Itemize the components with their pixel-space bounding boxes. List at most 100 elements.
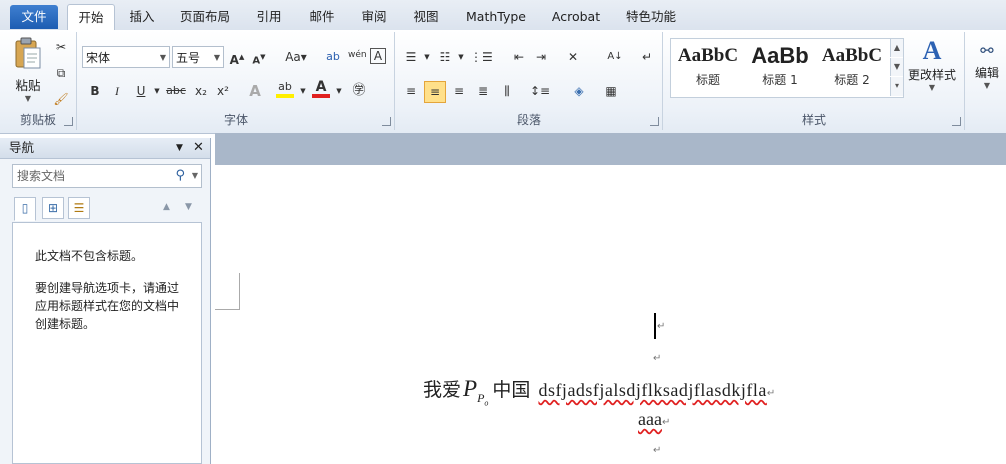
paste-label: 粘贴 (15, 78, 41, 93)
style-item-title[interactable]: AaBbC 标题 (673, 41, 743, 93)
strikethrough-button[interactable]: abc (164, 82, 188, 100)
tab-browse-pages[interactable]: ⊞ (42, 197, 64, 219)
font-name-value: 宋体 (86, 51, 111, 65)
text-effects-icon[interactable]: A (246, 82, 264, 100)
borders-icon[interactable]: ▦ (602, 82, 620, 100)
clear-formatting-icon[interactable]: ab (324, 48, 342, 66)
styles-group-label: 样式 (801, 113, 826, 127)
gallery-more-icon[interactable]: ▾ (890, 77, 903, 96)
navigation-pane: 导航 ▼ ✕ 搜索文档 ⚲ ▼ ▯ ⊞ ☰ ▲ ▼ 此文档不包含标题。 要创建导… (0, 138, 211, 464)
tab-references[interactable]: 引用 (250, 6, 288, 28)
decrease-indent-icon[interactable]: ⇤ (510, 48, 528, 66)
results-list-icon: ☰ (73, 201, 85, 215)
editing-button[interactable]: ⚯ 编辑 ▼ (970, 38, 1004, 102)
paragraph-mark: ↵ (653, 445, 662, 456)
font-color-button[interactable]: A (312, 80, 330, 98)
copy-icon[interactable]: ⧉ (52, 64, 70, 82)
tab-mathtype[interactable]: MathType (460, 6, 532, 28)
next-heading-icon[interactable]: ▼ (185, 202, 192, 212)
search-icon[interactable]: ⚲ (175, 165, 185, 187)
tab-acrobat[interactable]: Acrobat (546, 6, 606, 28)
change-styles-button[interactable]: A 更改样式 ▼ (906, 36, 958, 106)
grow-font-icon[interactable]: A▲ (228, 48, 246, 67)
tab-page-layout[interactable]: 页面布局 (174, 6, 236, 28)
style-item-heading-1[interactable]: AaBb 标题 1 (745, 41, 815, 93)
cut-icon[interactable]: ✂ (52, 38, 70, 56)
align-right-icon[interactable]: ≡ (450, 82, 468, 100)
paragraph-dialog-launcher-icon[interactable] (650, 117, 659, 126)
tab-view[interactable]: 视图 (406, 6, 446, 28)
character-border-icon[interactable]: A (370, 48, 386, 64)
font-size-value: 五号 (176, 51, 201, 65)
sort-icon[interactable]: A↓ (606, 48, 624, 66)
show-marks-icon[interactable]: ↵ (638, 48, 656, 66)
tab-special-features[interactable]: 特色功能 (620, 6, 682, 28)
paragraph-mark: ↵ (653, 353, 662, 364)
previous-heading-icon[interactable]: ▲ (163, 202, 170, 212)
align-center-icon[interactable]: ≡ (424, 81, 446, 103)
format-painter-icon[interactable]: 🖌 (52, 90, 70, 108)
italic-button[interactable]: I (108, 82, 126, 100)
shading-icon[interactable]: ◈ (570, 82, 588, 100)
enclose-characters-icon[interactable]: ㊫ (350, 82, 368, 100)
phonetic-guide-icon[interactable]: wén (348, 46, 367, 64)
asian-layout-icon[interactable]: ✕ (564, 48, 582, 66)
paragraph-mark: ↵ (657, 321, 666, 332)
font-size-box[interactable]: 五号 ▼ (172, 46, 224, 68)
chevron-down-icon[interactable]: ▼ (330, 82, 348, 100)
styles-dialog-launcher-icon[interactable] (952, 117, 961, 126)
paragraph-mark: ↵ (661, 417, 671, 428)
chevron-down-icon[interactable]: ▼ (418, 48, 436, 66)
tab-browse-headings[interactable]: ▯ (14, 197, 36, 221)
font-group-label: 字体 (223, 113, 248, 127)
doc-text-chinese: 中国 (492, 379, 531, 401)
multilevel-list-icon[interactable]: ⋮☰ (470, 48, 493, 66)
font-dialog-launcher-icon[interactable] (382, 117, 391, 126)
tab-review[interactable]: 审阅 (354, 6, 394, 28)
chevron-down-icon: ▼ (213, 53, 220, 62)
style-gallery: AaBbC 标题 AaBb 标题 1 AaBbC 标题 2 ▲ ▼ ▾ (670, 38, 904, 98)
editing-label: 编辑 (974, 66, 999, 80)
close-icon[interactable]: ✕ (193, 138, 204, 158)
style-item-heading-2[interactable]: AaBbC 标题 2 (817, 41, 887, 93)
create-headings-hint: 要创建导航选项卡，请通过应用标题样式在您的文档中创建标题。 (35, 281, 180, 331)
gallery-scroll-down-icon[interactable]: ▼ (890, 58, 903, 76)
distributed-icon[interactable]: ⫼ (498, 82, 516, 100)
subscript-button[interactable]: x₂ (192, 82, 210, 100)
search-input[interactable]: 搜索文档 ⚲ ▼ (12, 164, 202, 188)
nav-pane-menu-icon[interactable]: ▼ (176, 138, 183, 158)
editing-group: ⚯ 编辑 ▼ (966, 32, 1006, 130)
paragraph-group-label: 段落 (516, 113, 541, 127)
paste-button[interactable]: 粘贴 ▼ (8, 36, 48, 108)
font-group: 宋体 ▼ 五号 ▼ A▲ A▼ Aa▾ ab wén A B I U ▼ abc… (78, 32, 395, 130)
document-page[interactable]: ↵ ↵ 我爱PPo中国 dsfjadsfjalsdjflksadjflasdkjf… (215, 165, 1006, 464)
align-left-icon[interactable]: ≡ (402, 82, 420, 100)
doc-text-latin: dsfjadsfjalsdjflksadjflasdkjfla (538, 380, 767, 400)
chevron-down-icon[interactable]: ▼ (452, 48, 470, 66)
justify-icon[interactable]: ≣ (474, 82, 492, 100)
paragraph-group: ☰ ▼ ☷ ▼ ⋮☰ ⇤ ⇥ ✕ A↓ ↵ ≡ ≡ ≡ ≣ ⫼ ↕≡ ◈ ▦ 段… (396, 32, 663, 130)
paste-dropdown-icon: ▼ (24, 94, 32, 103)
chevron-down-icon: ▼ (983, 81, 991, 90)
tab-home[interactable]: 开始 (67, 4, 115, 31)
chevron-down-icon[interactable]: ▼ (294, 82, 312, 100)
highlight-color-button[interactable]: ab (276, 80, 294, 98)
gallery-scroll-up-icon[interactable]: ▲ (890, 39, 903, 57)
bold-button[interactable]: B (86, 82, 104, 100)
search-options-icon[interactable]: ▼ (192, 165, 198, 187)
tab-browse-results[interactable]: ☰ (68, 197, 90, 219)
margin-corner-mark (215, 273, 240, 310)
ribbon: 粘贴 ▼ ✂ ⧉ 🖌 剪贴板 宋体 ▼ 五号 ▼ A▲ A▼ Aa▾ ab wé… (0, 30, 1006, 134)
math-object[interactable]: PPo (463, 376, 488, 407)
clipboard-dialog-launcher-icon[interactable] (64, 117, 73, 126)
line-spacing-icon[interactable]: ↕≡ (530, 82, 550, 100)
no-headings-message: 此文档不包含标题。 (35, 249, 144, 263)
change-case-icon[interactable]: Aa▾ (282, 48, 310, 66)
font-name-box[interactable]: 宋体 ▼ (82, 46, 170, 68)
shrink-font-icon[interactable]: A▼ (250, 48, 268, 66)
superscript-button[interactable]: x² (214, 82, 232, 100)
tab-mailings[interactable]: 邮件 (302, 6, 342, 28)
increase-indent-icon[interactable]: ⇥ (532, 48, 550, 66)
tab-file[interactable]: 文件 (10, 5, 58, 29)
tab-insert[interactable]: 插入 (122, 6, 162, 28)
